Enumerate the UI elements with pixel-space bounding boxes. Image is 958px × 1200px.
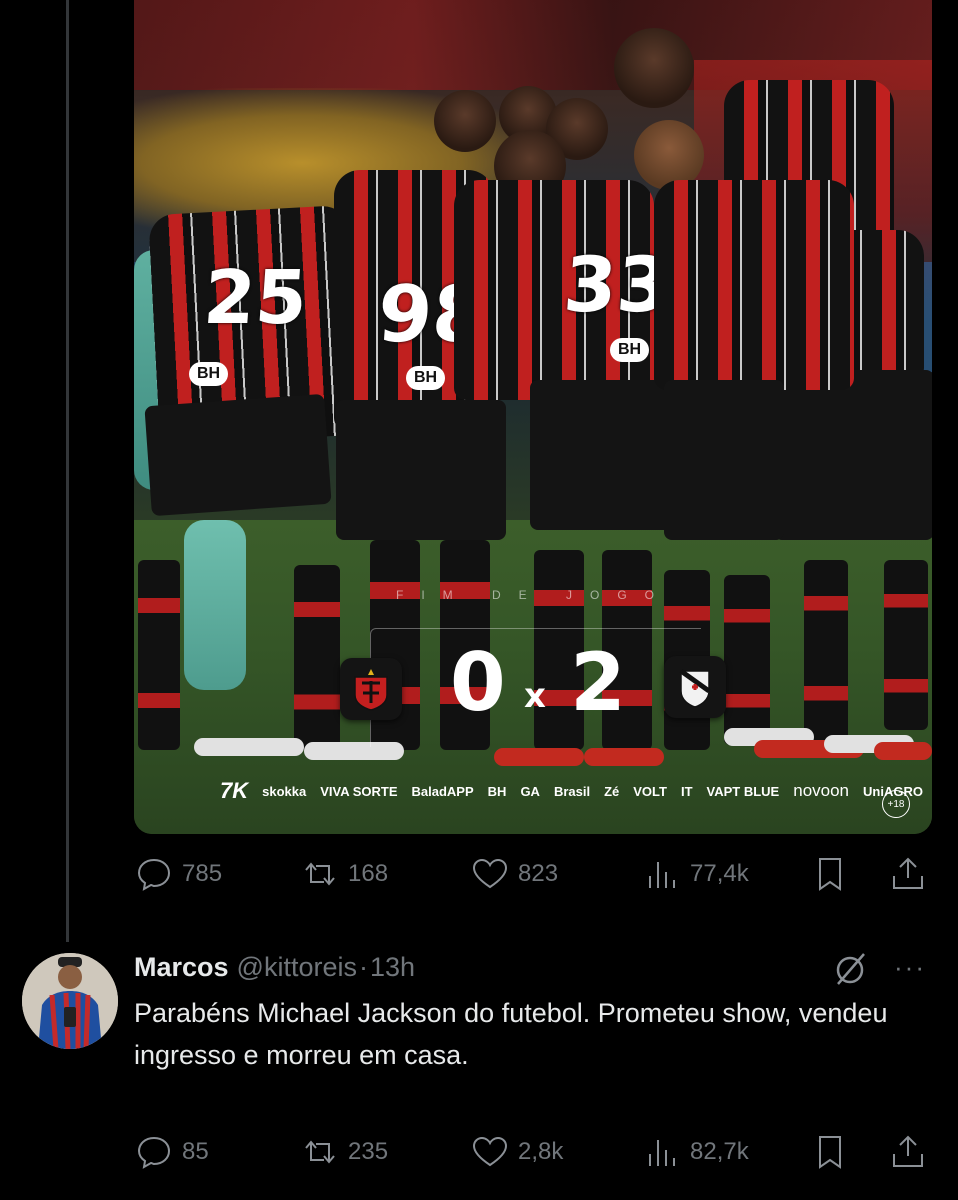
jersey-number-25: 25 <box>200 255 310 341</box>
thread-line <box>66 0 69 942</box>
reply-like-button[interactable]: 2,8k <box>470 1132 563 1172</box>
bookmark-button[interactable] <box>810 854 850 894</box>
reply-bookmark-button[interactable] <box>810 1132 850 1172</box>
reply-reply-button[interactable]: 85 <box>134 1132 209 1172</box>
score-separator: x <box>524 676 546 716</box>
away-team-crest <box>664 656 726 718</box>
share-icon <box>893 857 923 889</box>
repost-icon <box>305 862 335 886</box>
tweet-media-image[interactable]: 25 BH 98 BH 33 BH FIM DE JOGO 0 x 2 7K s… <box>134 0 932 834</box>
reply-header: Marcos @kittoreis · 13h <box>134 952 415 983</box>
reply-share-button[interactable] <box>888 1132 928 1172</box>
like-button[interactable]: 823 <box>470 854 558 894</box>
reply-button[interactable]: 785 <box>134 854 222 894</box>
views-count: 77,4k <box>690 860 749 887</box>
views-icon <box>649 1140 675 1166</box>
repost-icon <box>305 1140 335 1164</box>
share-button[interactable] <box>888 854 928 894</box>
sponsor-strip: 7K skokka VIVA SORTE BaladAPP BH GA Bras… <box>220 778 923 803</box>
overlay-title: FIM DE JOGO <box>396 588 672 602</box>
like-count: 823 <box>518 860 559 887</box>
reply-views-count: 82,7k <box>690 1138 749 1165</box>
reply-repost-count: 235 <box>348 1138 389 1165</box>
bookmark-icon <box>819 858 841 891</box>
home-team-crest <box>340 658 402 720</box>
bookmark-icon <box>819 1136 841 1169</box>
reply-text: Parabéns Michael Jackson do futebol. Pro… <box>134 998 888 1070</box>
reply-time[interactable]: 13h <box>370 952 415 983</box>
views-icon <box>649 862 675 888</box>
tweet-action-bar: 785 168 823 77,4k <box>134 854 934 894</box>
reply-avatar[interactable] <box>22 953 118 1049</box>
grok-icon[interactable] <box>830 948 870 988</box>
reply-like-count: 2,8k <box>518 1138 564 1165</box>
share-icon <box>893 1135 923 1167</box>
avatar-image <box>22 953 118 1049</box>
more-icon[interactable]: ··· <box>894 952 926 983</box>
reply-repost-button[interactable]: 235 <box>300 1132 388 1172</box>
reply-action-bar: 85 235 2,8k 82,7k <box>134 1132 934 1172</box>
reply-count: 785 <box>182 860 223 887</box>
reply-author-handle[interactable]: @kittoreis <box>237 952 357 983</box>
repost-count: 168 <box>348 860 389 887</box>
views-button[interactable]: 77,4k <box>642 854 749 894</box>
reply-icon <box>137 1136 171 1169</box>
vitoria-crest-icon <box>354 669 388 711</box>
score-away: 2 <box>570 636 626 729</box>
vasco-crest-icon <box>679 668 711 708</box>
age-rating-badge: +18 <box>882 790 910 818</box>
reply-views-button[interactable]: 82,7k <box>642 1132 749 1172</box>
reply-icon <box>137 858 171 891</box>
reply-author-name[interactable]: Marcos <box>134 952 229 983</box>
score-home: 0 <box>450 636 506 729</box>
like-icon <box>472 1136 508 1167</box>
repost-button[interactable]: 168 <box>300 854 388 894</box>
reply-separator: · <box>358 952 368 982</box>
reply-reply-count: 85 <box>182 1138 209 1165</box>
like-icon <box>472 858 508 889</box>
